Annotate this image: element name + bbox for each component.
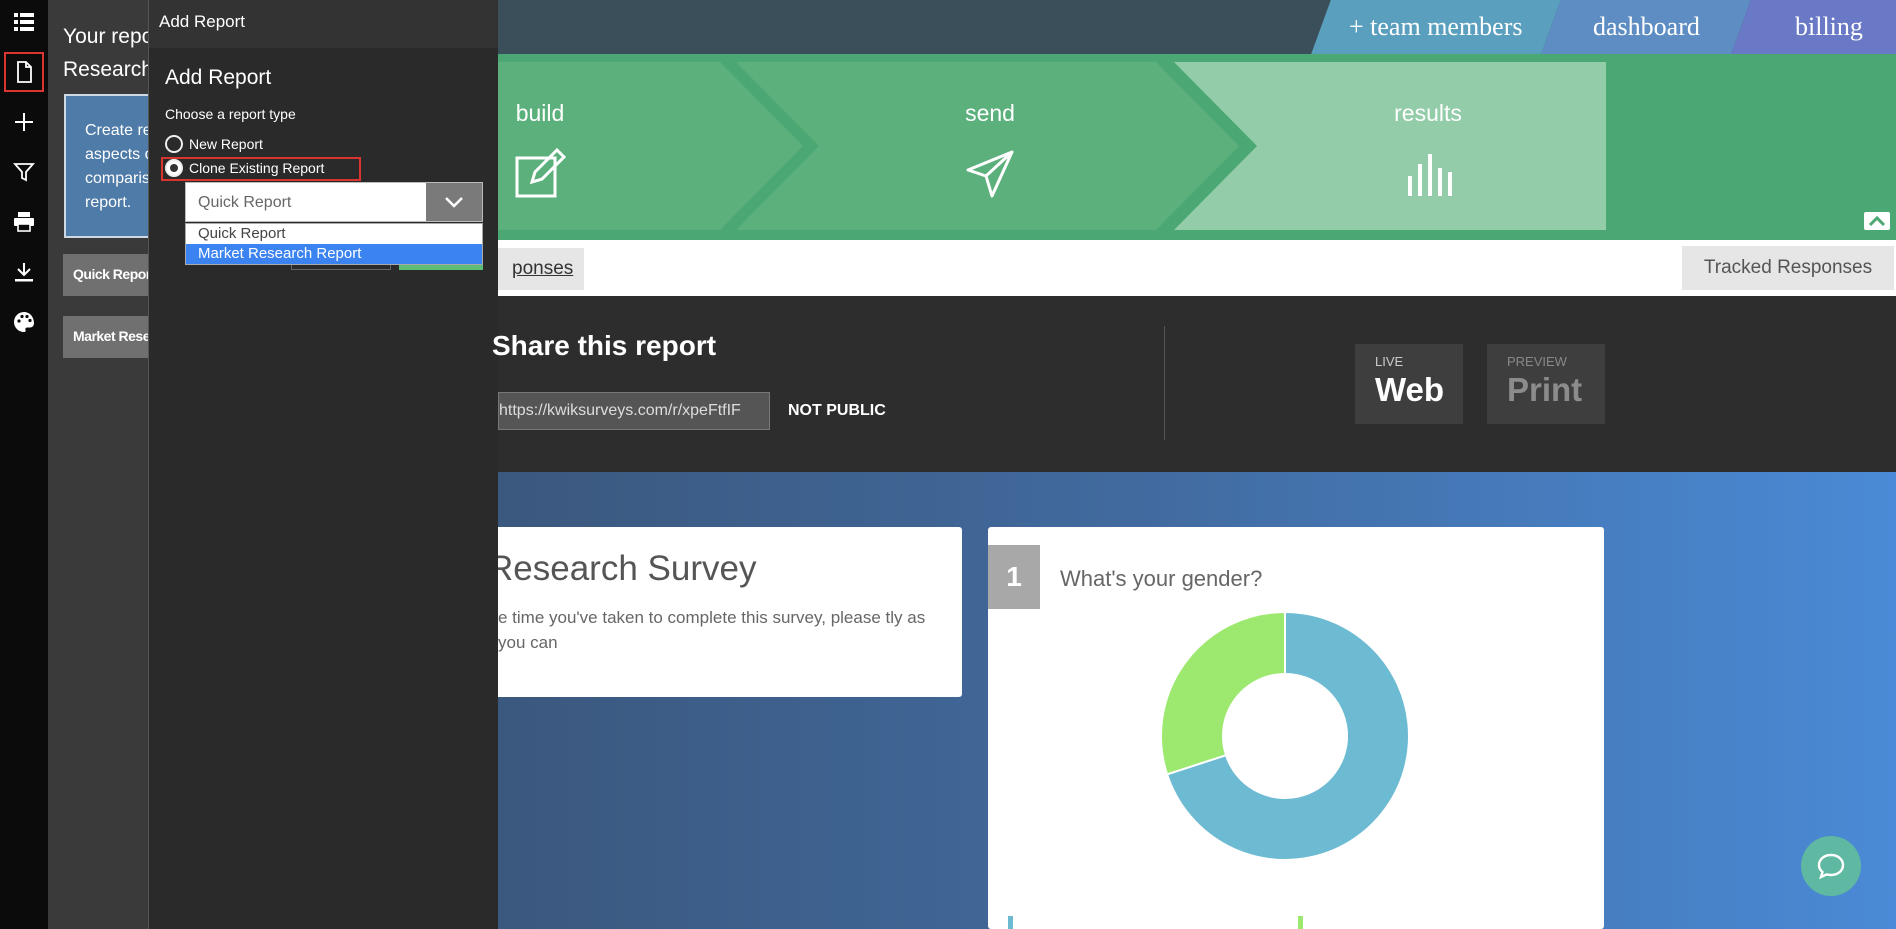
survey-title: Research Survey (498, 549, 757, 588)
survey-card: Research Survey e time you've taken to c… (498, 527, 962, 697)
print-label: Print (1507, 371, 1583, 408)
question-text: What's your gender? (1060, 566, 1263, 591)
live-web-button[interactable]: LIVE Web (1355, 344, 1463, 424)
share-divider (1164, 326, 1165, 440)
chevron-down-icon[interactable] (426, 183, 482, 221)
report-select[interactable]: Quick Report (185, 182, 483, 222)
info-line: report. (85, 194, 132, 211)
step-results[interactable]: results (1258, 62, 1598, 230)
gender-donut-chart (1160, 611, 1410, 861)
step-build-label: build (515, 100, 565, 126)
question-card: 1 What's your gender? (988, 527, 1604, 929)
report-type-label: Choose a report type (165, 106, 296, 122)
paper-plane-icon (873, 148, 1107, 200)
plus-icon[interactable] (4, 102, 44, 142)
reports-title-line-1: Your repo (63, 25, 148, 48)
report-item-market-research[interactable]: Market Resea (63, 316, 148, 358)
select-option-quick-report[interactable]: Quick Report (186, 224, 482, 244)
top-bar: + team members dashboard billing (498, 0, 1896, 54)
info-line: aspects o (85, 146, 148, 163)
info-line: Create re (85, 122, 148, 139)
new-report-radio[interactable] (165, 135, 183, 153)
filter-icon[interactable] (4, 152, 44, 192)
reports-title-line-2: Research (63, 58, 148, 81)
report-select-options: Quick Report Market Research Report (185, 223, 483, 265)
clone-option-highlight (161, 157, 361, 181)
add-report-panel: Add Report Add Report Choose a report ty… (148, 0, 612, 929)
survey-description: e time you've taken to complete this sur… (498, 608, 926, 652)
team-members-label: + team members (1349, 12, 1523, 41)
share-title: Share this report (492, 330, 717, 361)
share-section: Share this report https://kwiksurveys.co… (492, 296, 1896, 472)
preview-print-button[interactable]: PREVIEW Print (1487, 344, 1605, 424)
reports-panel-title: Your repo Research (63, 20, 148, 86)
edit-icon (498, 148, 582, 200)
report-content: Research Survey e time you've taken to c… (498, 472, 1896, 929)
legend-marker-1 (1008, 916, 1013, 929)
steps-background (498, 62, 1606, 230)
step-send[interactable]: send (873, 62, 1107, 230)
workflow-steps: build send results (498, 54, 1896, 240)
chat-icon[interactable] (1801, 836, 1861, 896)
question-number: 1 (988, 545, 1040, 609)
web-label: Web (1375, 371, 1445, 408)
tracked-responses-button[interactable]: Tracked Responses (1682, 246, 1894, 290)
download-icon[interactable] (4, 252, 44, 292)
bar-chart-icon (1258, 148, 1598, 200)
new-report-option[interactable]: New Report (165, 135, 263, 153)
reports-info-box: Create re aspects o comparis report. (64, 94, 148, 238)
public-status: NOT PUBLIC (788, 402, 886, 419)
share-url-field[interactable]: https://kwiksurveys.com/r/xpeFtfIF (498, 392, 770, 430)
preview-label: PREVIEW (1507, 354, 1567, 369)
add-report-heading: Add Report (165, 66, 272, 89)
report-subnav: ponses Tracked Responses (498, 240, 1896, 296)
list-icon[interactable] (4, 2, 44, 42)
billing-tab[interactable]: billing (1731, 0, 1896, 54)
live-label: LIVE (1375, 354, 1404, 369)
billing-label: billing (1794, 12, 1863, 41)
step-send-label: send (965, 100, 1015, 126)
legend-marker-2 (1298, 916, 1303, 929)
step-results-label: results (1394, 100, 1462, 126)
responses-tab[interactable]: ponses (498, 248, 584, 290)
dashboard-tab[interactable]: dashboard (1541, 0, 1751, 54)
step-build[interactable]: build (498, 62, 582, 230)
icon-rail (0, 0, 48, 929)
report-item-quick-report[interactable]: Quick Report (63, 254, 148, 296)
chevron-up-icon[interactable] (1864, 212, 1890, 230)
report-select-value: Quick Report (198, 194, 292, 211)
print-icon[interactable] (4, 202, 44, 242)
palette-icon[interactable] (4, 302, 44, 342)
add-report-topbar-title: Add Report (149, 0, 498, 48)
document-icon[interactable] (4, 52, 44, 92)
new-report-label: New Report (189, 136, 263, 152)
donut-slice-2 (1160, 611, 1286, 776)
reports-panel: Your repo Research Create re aspects o c… (48, 0, 148, 929)
dashboard-label: dashboard (1592, 12, 1700, 41)
team-members-tab[interactable]: + team members (1311, 0, 1561, 54)
info-line: comparis (85, 170, 148, 187)
select-option-market-research[interactable]: Market Research Report (186, 244, 482, 264)
